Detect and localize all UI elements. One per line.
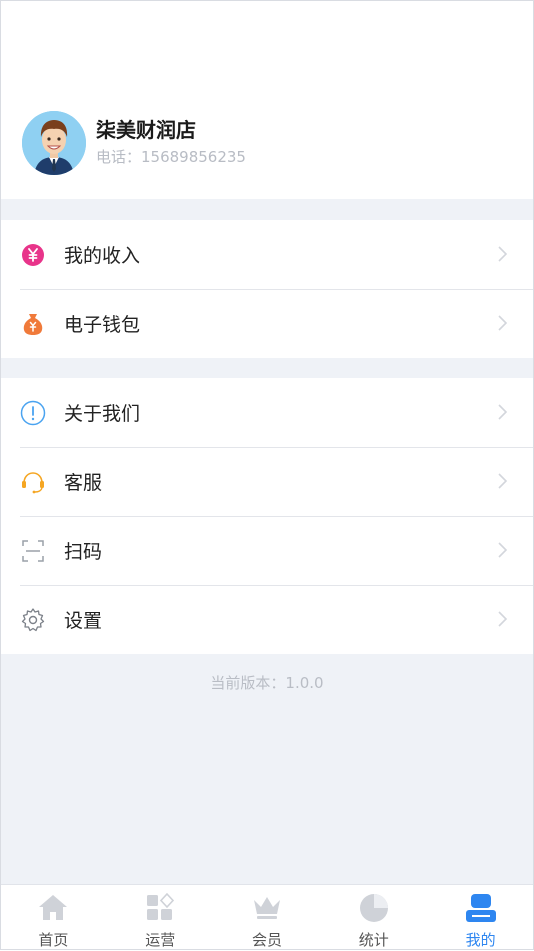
gear-icon xyxy=(20,607,46,633)
chevron-right-icon xyxy=(492,471,512,491)
menu-item-wallet[interactable]: 电子钱包 xyxy=(0,289,534,358)
menu-item-scan[interactable]: 扫码 xyxy=(0,516,534,585)
profile-icon xyxy=(465,894,496,922)
chevron-right-icon xyxy=(492,540,512,560)
tab-mine[interactable]: 我的 xyxy=(427,885,534,951)
money-bag-icon xyxy=(20,311,46,337)
bottom-tab-bar: 首页 运营 会员 统计 我的 xyxy=(0,884,534,951)
headset-icon xyxy=(20,469,46,495)
menu-item-label: 设置 xyxy=(64,610,103,632)
tab-statistics[interactable]: 统计 xyxy=(320,885,427,951)
phone-number: 电话：15689856235 xyxy=(96,148,246,166)
income-yen-icon xyxy=(20,242,46,268)
tab-members[interactable]: 会员 xyxy=(214,885,321,951)
info-icon xyxy=(20,400,46,426)
menu-item-customer-service[interactable]: 客服 xyxy=(0,447,534,516)
menu-item-label: 关于我们 xyxy=(64,403,141,425)
shop-name: 柒美财润店 xyxy=(96,118,196,142)
menu-item-settings[interactable]: 设置 xyxy=(0,585,534,654)
menu-item-label: 扫码 xyxy=(64,541,103,563)
menu-item-label: 客服 xyxy=(64,472,103,494)
tab-home[interactable]: 首页 xyxy=(0,885,107,951)
tab-label: 我的 xyxy=(465,931,496,949)
menu-item-income[interactable]: 我的收入 xyxy=(0,220,534,289)
menu-item-about[interactable]: 关于我们 xyxy=(0,378,534,447)
pie-chart-icon xyxy=(359,894,388,922)
chevron-right-icon xyxy=(492,402,512,422)
chevron-right-icon xyxy=(492,244,512,264)
menu-item-label: 我的收入 xyxy=(64,245,141,267)
tab-operations[interactable]: 运营 xyxy=(107,885,214,951)
tab-label: 统计 xyxy=(358,931,389,949)
version-text: 当前版本：1.0.0 xyxy=(210,674,324,692)
menu-group-finance: 我的收入 电子钱包 xyxy=(0,220,534,358)
menu-group-general: 关于我们 客服 扫码 设置 xyxy=(0,378,534,654)
chevron-right-icon xyxy=(492,313,512,333)
chevron-right-icon xyxy=(492,609,512,629)
avatar[interactable] xyxy=(22,111,86,175)
tab-label: 会员 xyxy=(251,931,282,949)
crown-icon xyxy=(253,897,280,919)
apps-icon xyxy=(147,893,175,920)
profile-header: 柒美财润店 电话：15689856235 xyxy=(0,0,534,199)
home-icon xyxy=(39,895,68,920)
tab-label: 首页 xyxy=(38,931,69,949)
scan-icon xyxy=(20,538,46,564)
tab-label: 运营 xyxy=(145,931,176,949)
menu-item-label: 电子钱包 xyxy=(64,314,141,336)
